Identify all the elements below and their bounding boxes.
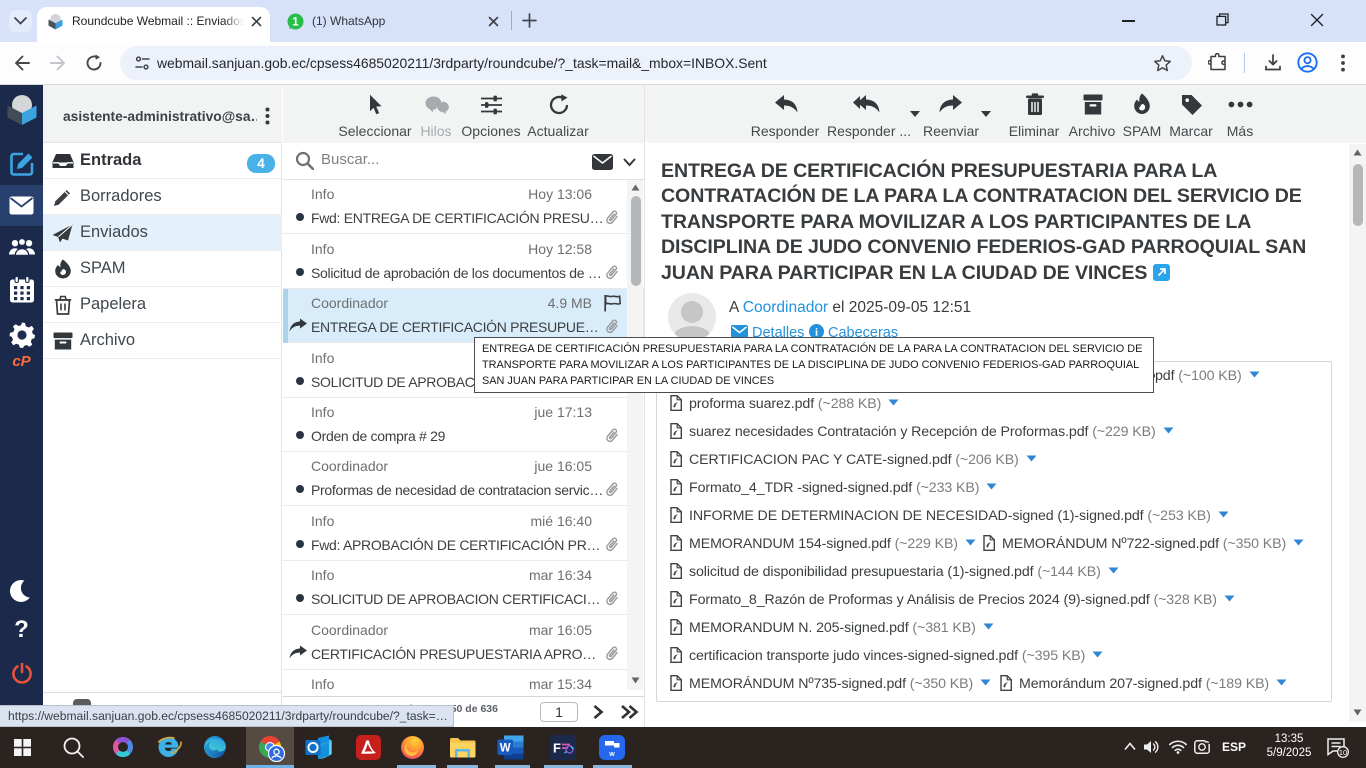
svg-text:1: 1 (292, 17, 299, 29)
svg-text:F: F (553, 741, 561, 756)
svg-text:w: w (608, 751, 615, 758)
svg-text:W: W (500, 743, 511, 755)
svg-text:10: 10 (1339, 748, 1347, 757)
